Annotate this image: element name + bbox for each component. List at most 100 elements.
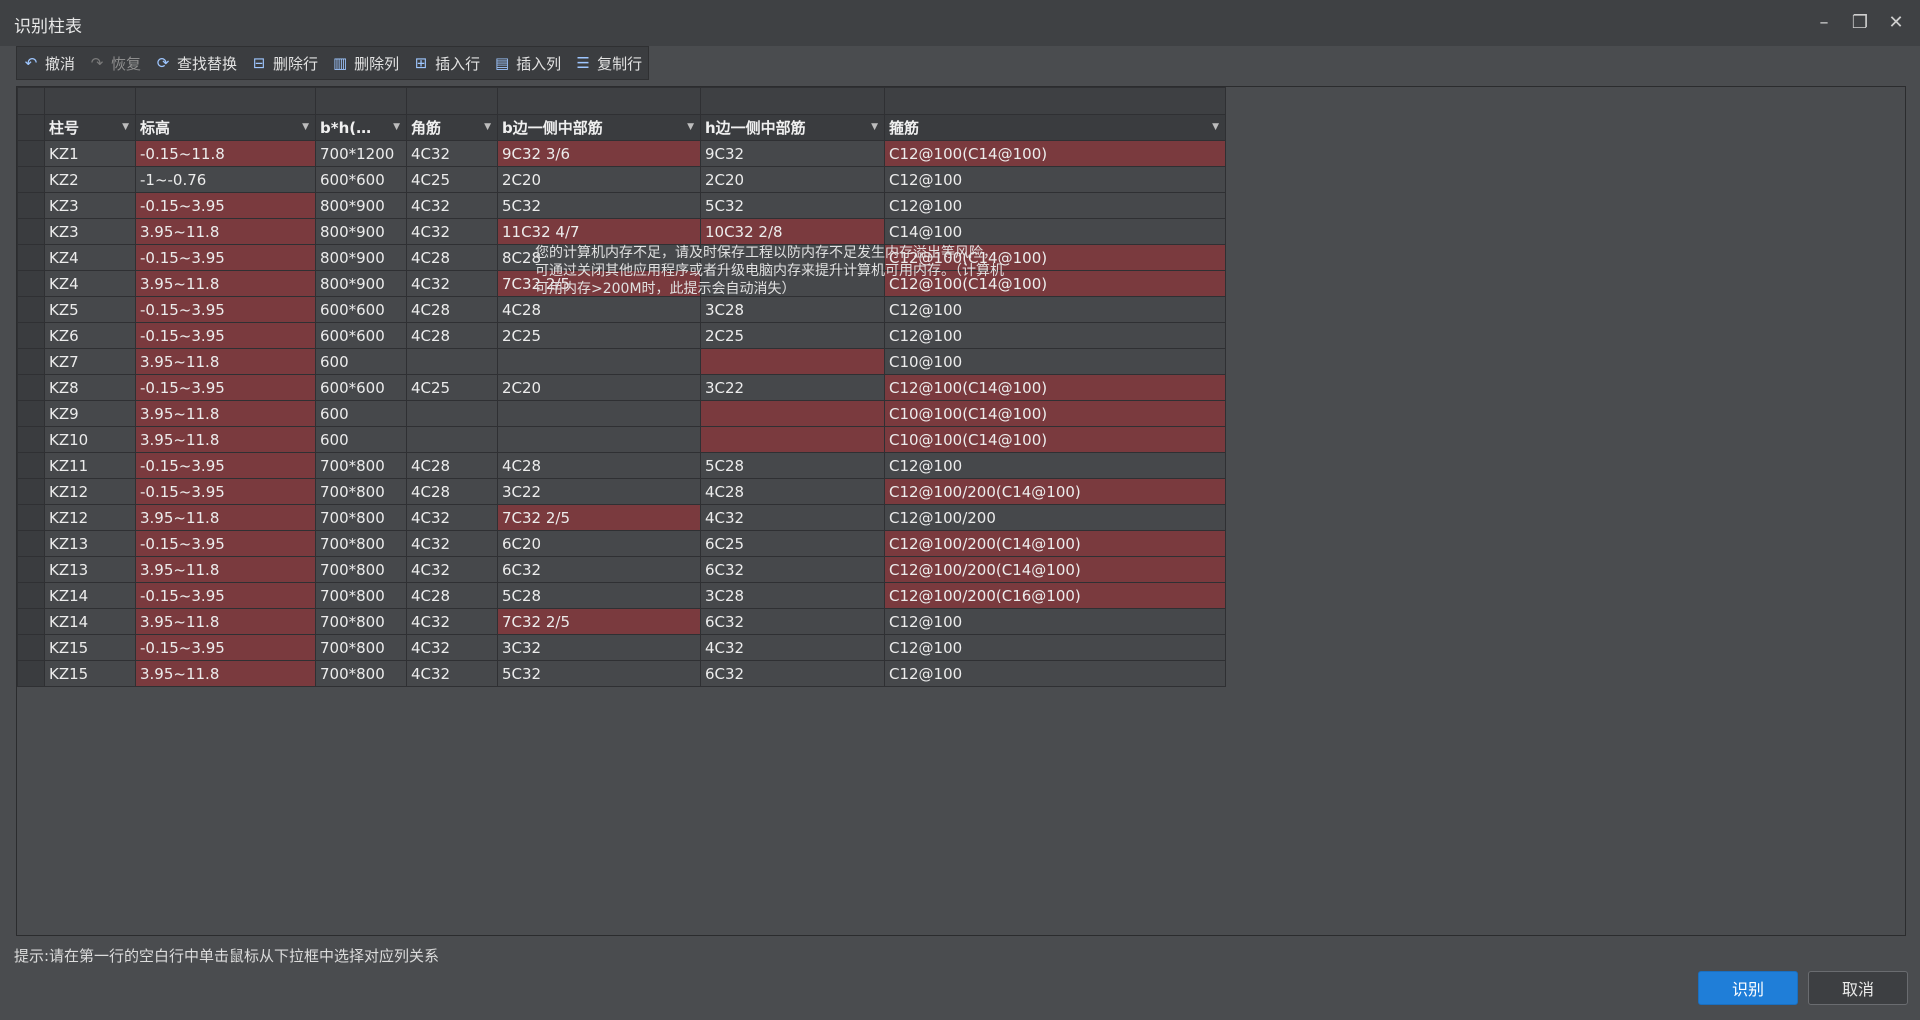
table-cell[interactable]: KZ4 xyxy=(44,244,136,271)
table-cell[interactable]: C10@100 xyxy=(884,348,1226,375)
table-cell[interactable]: 7C32 2/5 xyxy=(497,504,701,531)
table-cell[interactable]: 4C32 xyxy=(406,140,498,167)
table-cell[interactable]: KZ15 xyxy=(44,634,136,661)
copy-row-button[interactable]: ☰ 复制行 xyxy=(575,53,642,74)
row-selector[interactable] xyxy=(17,608,45,635)
table-cell[interactable] xyxy=(700,426,885,453)
table-cell[interactable]: -0.15~3.95 xyxy=(135,374,316,401)
recognize-button[interactable]: 识别 xyxy=(1698,971,1798,1005)
table-row[interactable]: KZ15 3.95~11.8 700*800 4C32 5C32 6C32 C12@100 xyxy=(17,660,1226,687)
table-cell[interactable]: 6C32 xyxy=(700,608,885,635)
table-cell[interactable]: 6C25 xyxy=(700,530,885,557)
table-cell[interactable]: 4C25 xyxy=(406,166,498,193)
table-cell[interactable]: -0.15~3.95 xyxy=(135,530,316,557)
table-row[interactable]: KZ6 -0.15~3.95 600*600 4C28 2C25 2C25 C12@100 xyxy=(17,322,1226,349)
row-selector[interactable] xyxy=(17,634,45,661)
table-cell[interactable]: 600*600 xyxy=(315,374,407,401)
table-cell[interactable]: 700*800 xyxy=(315,608,407,635)
table-cell[interactable]: -0.15~3.95 xyxy=(135,192,316,219)
table-row[interactable]: KZ9 3.95~11.8 600 C10@100(C14@100) xyxy=(17,400,1226,427)
table-cell[interactable]: KZ2 xyxy=(44,166,136,193)
table-cell[interactable]: C12@100 xyxy=(884,322,1226,349)
row-selector[interactable] xyxy=(17,192,45,219)
row-selector[interactable] xyxy=(17,400,45,427)
table-cell[interactable]: C12@100(C14@100) xyxy=(884,140,1226,167)
table-cell[interactable]: 9C32 xyxy=(700,140,885,167)
table-cell[interactable]: 9C32 3/6 xyxy=(497,140,701,167)
table-cell[interactable]: 800*900 xyxy=(315,192,407,219)
table-cell[interactable]: 2C25 xyxy=(700,322,885,349)
table-row[interactable]: KZ12 -0.15~3.95 700*800 4C28 3C22 4C28 C12@100… xyxy=(17,478,1226,505)
mapping-cell[interactable] xyxy=(497,87,701,115)
table-cell[interactable]: -0.15~3.95 xyxy=(135,582,316,609)
table-cell[interactable]: KZ10 xyxy=(44,426,136,453)
table-cell[interactable]: 800*900 xyxy=(315,270,407,297)
table-cell[interactable]: KZ1 xyxy=(44,140,136,167)
table-cell[interactable]: 6C32 xyxy=(497,556,701,583)
table-cell[interactable]: 600*600 xyxy=(315,322,407,349)
table-row[interactable]: KZ3 3.95~11.8 800*900 4C32 11C32 4/7 10C32 2/… xyxy=(17,218,1226,245)
table-cell[interactable]: 600*600 xyxy=(315,296,407,323)
table-row[interactable]: KZ10 3.95~11.8 600 C10@100(C14@100) xyxy=(17,426,1226,453)
table-cell[interactable]: 4C32 xyxy=(406,608,498,635)
table-cell[interactable]: 3.95~11.8 xyxy=(135,426,316,453)
dropdown-arrow-icon[interactable]: ▼ xyxy=(871,122,878,132)
table-cell[interactable]: 4C32 xyxy=(406,504,498,531)
table-row[interactable]: KZ14 -0.15~3.95 700*800 4C28 5C28 3C28 C12@100… xyxy=(17,582,1226,609)
row-selector[interactable] xyxy=(17,166,45,193)
dropdown-arrow-icon[interactable]: ▼ xyxy=(122,122,129,132)
row-selector[interactable] xyxy=(17,426,45,453)
row-selector[interactable] xyxy=(17,530,45,557)
table-cell[interactable] xyxy=(700,400,885,427)
table-cell[interactable]: 4C32 xyxy=(700,634,885,661)
table-row[interactable]: KZ5 -0.15~3.95 600*600 4C28 4C28 3C28 C12@100 xyxy=(17,296,1226,323)
table-cell[interactable]: C12@100 xyxy=(884,166,1226,193)
table-cell[interactable]: C10@100(C14@100) xyxy=(884,426,1226,453)
table-cell[interactable]: 2C20 xyxy=(497,166,701,193)
table-cell[interactable]: 4C32 xyxy=(406,192,498,219)
row-selector[interactable] xyxy=(17,218,45,245)
row-selector[interactable] xyxy=(17,374,45,401)
table-cell[interactable] xyxy=(497,400,701,427)
table-cell[interactable]: 3C22 xyxy=(700,374,885,401)
mapping-cell[interactable] xyxy=(135,87,316,115)
table-cell[interactable]: 4C32 xyxy=(406,660,498,687)
table-cell[interactable]: C12@100/200 xyxy=(884,504,1226,531)
table-cell[interactable]: 4C28 xyxy=(406,582,498,609)
table-cell[interactable]: KZ5 xyxy=(44,296,136,323)
table-cell[interactable]: 3C32 xyxy=(497,634,701,661)
table-row[interactable]: KZ13 3.95~11.8 700*800 4C32 6C32 6C32 C12@100/… xyxy=(17,556,1226,583)
table-cell[interactable]: KZ12 xyxy=(44,504,136,531)
table-cell[interactable]: C12@100(C14@100) xyxy=(884,374,1226,401)
table-cell[interactable]: 4C32 xyxy=(406,530,498,557)
table-cell[interactable]: 3C22 xyxy=(497,478,701,505)
table-row[interactable]: KZ1 -0.15~11.8 700*1200 4C32 9C32 3/6 9C32 C12… xyxy=(17,140,1226,167)
table-cell[interactable]: 700*800 xyxy=(315,504,407,531)
table-cell[interactable]: -0.15~11.8 xyxy=(135,140,316,167)
table-cell[interactable]: 4C32 xyxy=(700,504,885,531)
table-cell[interactable] xyxy=(497,426,701,453)
mapping-cell[interactable] xyxy=(315,87,407,115)
header-corner-rebar[interactable]: 角筋 ▼ xyxy=(406,114,498,141)
table-cell[interactable]: 5C32 xyxy=(700,192,885,219)
table-cell[interactable]: -0.15~3.95 xyxy=(135,296,316,323)
mapping-cell[interactable] xyxy=(700,87,885,115)
mapping-cell[interactable] xyxy=(884,87,1226,115)
table-cell[interactable]: C12@100 xyxy=(884,660,1226,687)
table-cell[interactable]: 3.95~11.8 xyxy=(135,660,316,687)
insert-col-button[interactable]: ▤ 插入列 xyxy=(494,53,561,74)
table-cell[interactable]: 700*1200 xyxy=(315,140,407,167)
minimize-icon[interactable]: – xyxy=(1810,8,1838,36)
table-cell[interactable]: 600 xyxy=(315,348,407,375)
table-cell[interactable]: 3.95~11.8 xyxy=(135,400,316,427)
table-row[interactable]: KZ15 -0.15~3.95 700*800 4C32 3C32 4C32 C12@100 xyxy=(17,634,1226,661)
table-cell[interactable]: 4C32 xyxy=(406,218,498,245)
table-cell[interactable]: 3.95~11.8 xyxy=(135,608,316,635)
undo-button[interactable]: ↶ 撤消 xyxy=(23,53,75,74)
dropdown-arrow-icon[interactable]: ▼ xyxy=(302,122,309,132)
table-cell[interactable]: 5C28 xyxy=(700,452,885,479)
table-cell[interactable]: 3.95~11.8 xyxy=(135,270,316,297)
table-cell[interactable]: -1~-0.76 xyxy=(135,166,316,193)
insert-row-button[interactable]: ⊞ 插入行 xyxy=(413,53,480,74)
table-cell[interactable] xyxy=(406,348,498,375)
